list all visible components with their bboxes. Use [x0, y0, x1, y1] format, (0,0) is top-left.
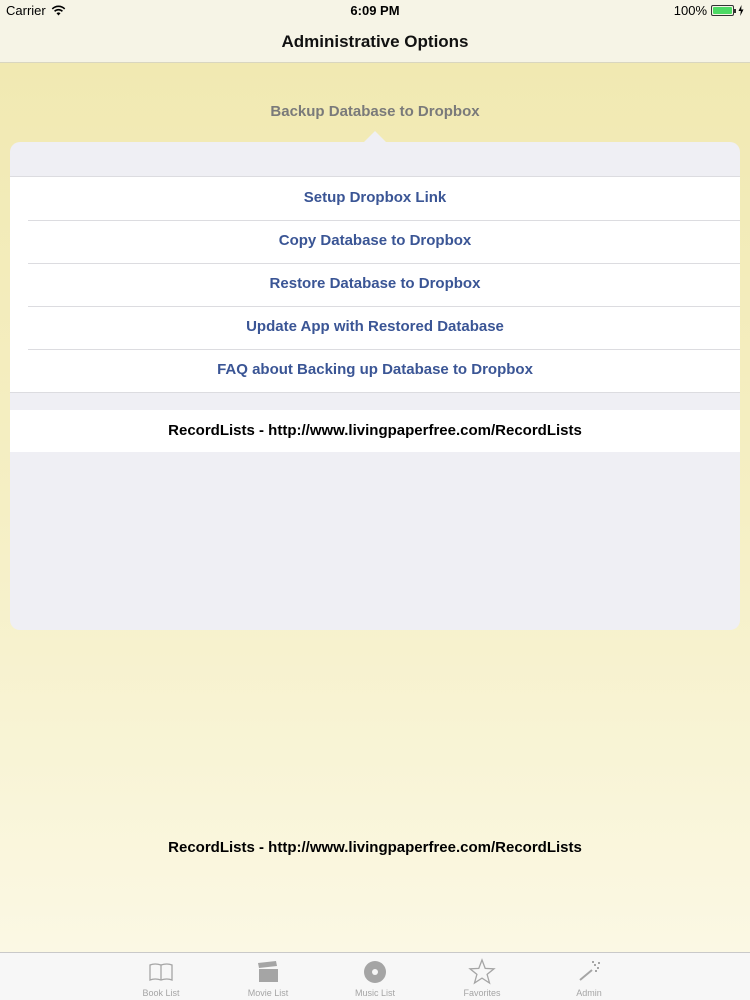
backup-popover: Setup Dropbox Link Copy Database to Drop…: [10, 142, 740, 630]
recordlists-link[interactable]: RecordLists - http://www.livingpaperfree…: [10, 410, 740, 452]
backup-menu: Setup Dropbox Link Copy Database to Drop…: [10, 176, 740, 393]
tab-favorites[interactable]: Favorites: [429, 953, 536, 1000]
status-bar: Carrier 6:09 PM 100%: [0, 0, 750, 22]
popover-title: Backup Database to Dropbox: [270, 103, 480, 120]
clapperboard-icon: [258, 961, 278, 982]
copy-database-button[interactable]: Copy Database to Dropbox: [10, 220, 740, 263]
charging-bolt-icon: [738, 5, 744, 16]
restore-database-button[interactable]: Restore Database to Dropbox: [10, 263, 740, 306]
battery-icon: [711, 5, 736, 16]
navigation-bar: Administrative Options: [0, 22, 750, 63]
tab-label: Favorites: [463, 988, 501, 998]
tab-bar: Book List Movie List Music List Favorite…: [0, 952, 750, 1000]
page-title: Administrative Options: [281, 32, 469, 51]
setup-dropbox-link-button[interactable]: Setup Dropbox Link: [10, 177, 740, 220]
status-time: 6:09 PM: [350, 3, 400, 18]
main-content: Backup Database to Dropbox Setup Dropbox…: [0, 63, 750, 952]
tab-music-list[interactable]: Music List: [322, 953, 429, 1000]
wand-icon: [579, 961, 600, 981]
tab-label: Admin: [576, 988, 602, 998]
battery-percent: 100%: [673, 3, 707, 18]
book-icon: [149, 963, 173, 981]
status-right: 100%: [674, 3, 744, 18]
star-icon: [468, 958, 496, 985]
tab-movie-list[interactable]: Movie List: [215, 953, 322, 1000]
footer-recordlists-link[interactable]: RecordLists - http://www.livingpaperfree…: [0, 839, 750, 856]
faq-button[interactable]: FAQ about Backing up Database to Dropbox: [10, 349, 740, 392]
disc-icon: [364, 961, 386, 983]
tab-label: Music List: [354, 988, 395, 998]
tab-label: Movie List: [247, 988, 289, 998]
tab-admin[interactable]: Admin: [536, 953, 643, 1000]
tab-label: Book List: [142, 988, 180, 998]
battery-fill: [713, 7, 732, 14]
update-app-button[interactable]: Update App with Restored Database: [10, 306, 740, 349]
tab-book-list[interactable]: Book List: [108, 953, 215, 1000]
